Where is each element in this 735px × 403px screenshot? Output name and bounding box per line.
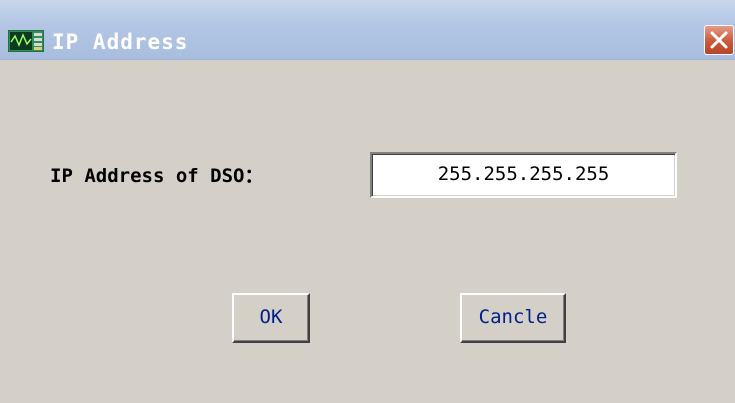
close-button[interactable] [704, 25, 734, 55]
window-title: IP Address [52, 30, 189, 54]
title-bar[interactable]: IP Address [0, 0, 735, 60]
ip-address-label: IP Address of DSO： [50, 165, 264, 187]
ok-button[interactable]: OK [232, 293, 310, 343]
oscilloscope-icon [7, 29, 45, 53]
ip-address-dialog: IP Address IP Address of DSO： 255.255.25… [0, 0, 735, 403]
cancel-button[interactable]: Cancle [460, 293, 566, 343]
ip-address-input[interactable]: 255.255.255.255 [370, 152, 677, 198]
